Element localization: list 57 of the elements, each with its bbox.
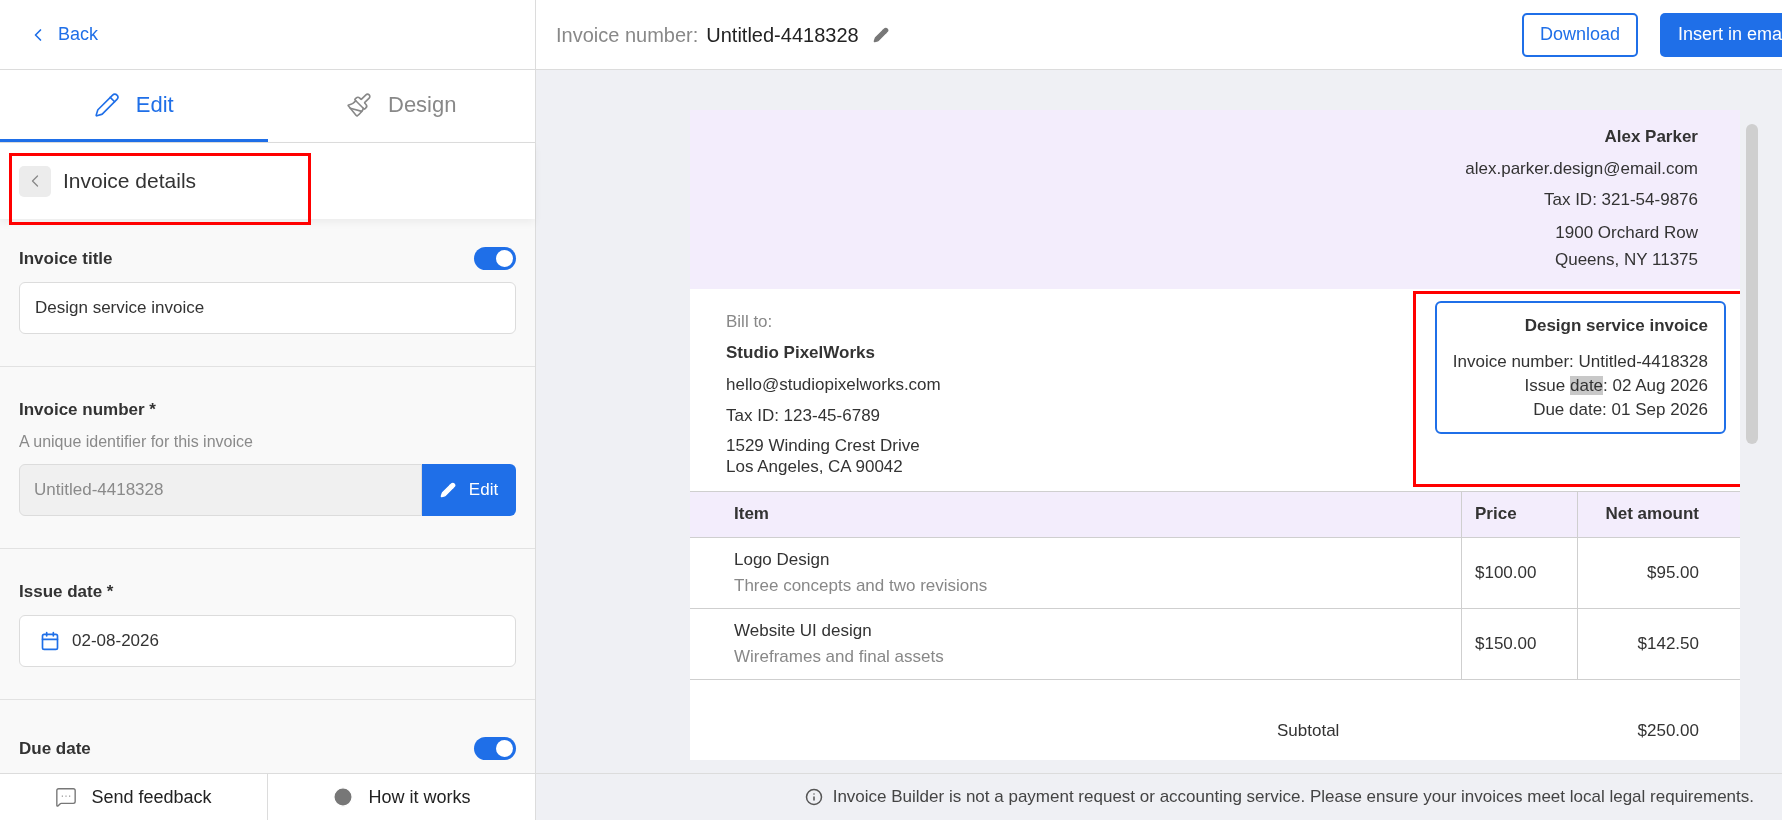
toggle-switch[interactable] bbox=[474, 247, 516, 271]
footer-button[interactable]: How it works bbox=[267, 774, 535, 820]
price-cell-text: $100.00 bbox=[1475, 561, 1537, 584]
field-label: Invoice number * bbox=[19, 398, 156, 421]
back-link[interactable]: Back bbox=[28, 21, 99, 48]
input-field[interactable]: Design service invoice bbox=[19, 281, 516, 334]
paintbrush-icon bbox=[346, 91, 372, 118]
client-detail: hello@studiopixelworks.com bbox=[726, 373, 941, 396]
column-header: Item bbox=[690, 490, 1461, 538]
pencil-icon bbox=[93, 91, 120, 118]
column-header: Price bbox=[1461, 490, 1577, 538]
sender-detail: Tax ID: 321-54-9876 bbox=[1543, 189, 1698, 211]
footer-button[interactable]: Send feedback bbox=[0, 774, 267, 820]
invoice-meta-line: Invoice number: Untitled-4418328 bbox=[1452, 351, 1708, 373]
sender-name: Alex Parker bbox=[1604, 126, 1698, 148]
bill-to-label: Bill to: bbox=[726, 310, 774, 333]
invoice-title: Design service invoice bbox=[1524, 314, 1708, 337]
column-header: Net amount bbox=[1577, 490, 1740, 538]
field-label: Due date bbox=[19, 737, 91, 760]
field-hint: A unique identifier for this invoice bbox=[19, 432, 254, 452]
tab[interactable]: Edit bbox=[0, 70, 268, 142]
pencil-icon bbox=[439, 482, 456, 498]
item-description: Three concepts and two revisions bbox=[734, 574, 989, 597]
item-name: Logo Design bbox=[734, 549, 831, 571]
edit-button[interactable]: Edit bbox=[422, 464, 516, 516]
client-address-line: 1529 Winding Crest Drive bbox=[726, 434, 921, 456]
invoice-meta-line: Issue date: 02 Aug 2026 bbox=[1524, 375, 1708, 397]
client-detail: Tax ID: 123-45-6789 bbox=[726, 405, 882, 427]
price-cell-text: $150.00 bbox=[1475, 632, 1537, 655]
field-label: Invoice title bbox=[19, 248, 113, 270]
client-name: Studio PixelWorks bbox=[726, 342, 876, 364]
date-field[interactable]: 02-08-2026 bbox=[19, 614, 516, 667]
item-name: Website UI design bbox=[734, 620, 873, 642]
subtotal-label: Subtotal bbox=[1277, 719, 1340, 742]
invoice-meta-line: Due date: 01 Sep 2026 bbox=[1533, 399, 1708, 421]
net-amount-cell-text: $142.50 bbox=[1637, 632, 1699, 655]
subtotal-value: $250.00 bbox=[1637, 719, 1699, 742]
sender-detail: alex.parker.design@email.com bbox=[1465, 157, 1698, 180]
insert-button[interactable]: Insert in ema bbox=[1659, 12, 1782, 57]
sender-address-line: Queens, NY 11375 bbox=[1554, 248, 1698, 271]
invoice-number: Untitled-4418328 bbox=[706, 22, 859, 48]
sender-address-line: 1900 Orchard Row bbox=[1555, 221, 1698, 244]
download-button[interactable]: Download bbox=[1521, 12, 1638, 57]
field-label: Issue date * bbox=[19, 581, 114, 603]
item-description: Wireframes and final assets bbox=[734, 645, 945, 668]
header-label: Invoice number: bbox=[556, 22, 699, 48]
net-amount-cell-text: $95.00 bbox=[1647, 561, 1699, 584]
input-field[interactable]: Untitled-4418328 bbox=[19, 464, 422, 516]
toggle-switch[interactable] bbox=[474, 736, 516, 760]
tab[interactable]: Design bbox=[267, 70, 535, 142]
disclaimer-text: Invoice Builder is not a payment request or accounting service. Please ensure your invoices meet local legal requirements. bbox=[832, 786, 1754, 809]
info-icon bbox=[804, 788, 823, 806]
pencil-icon[interactable] bbox=[872, 26, 889, 43]
calendar-icon bbox=[40, 630, 60, 651]
client-address-line: Los Angeles, CA 90042 bbox=[726, 455, 904, 477]
section-title: Invoice details bbox=[63, 168, 197, 195]
chat-bubble-icon bbox=[55, 786, 78, 808]
